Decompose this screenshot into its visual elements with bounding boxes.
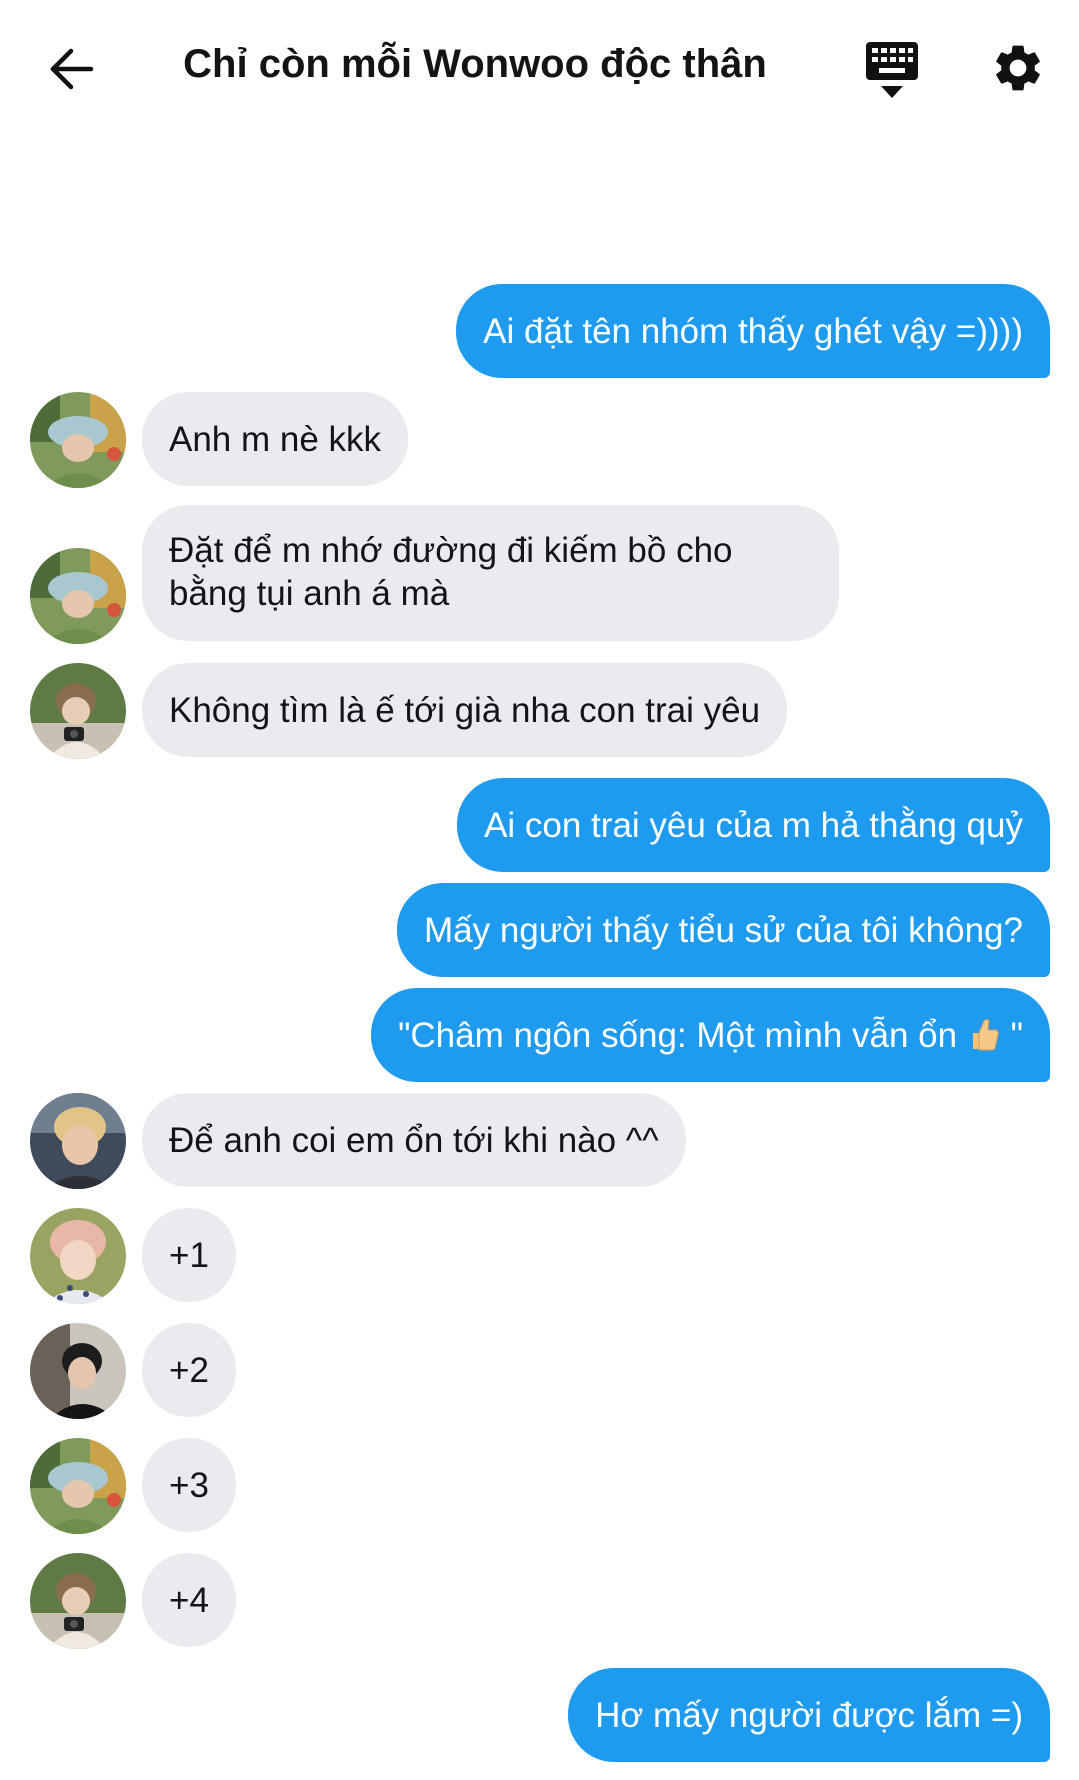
message-bubble-incoming[interactable]: Anh m nè kkk <box>142 392 409 486</box>
message-text: Mấy người thấy tiểu sử của tôi không? <box>423 911 1023 950</box>
message-bubble-incoming[interactable]: +3 <box>142 1438 236 1532</box>
avatar-bucket-hat[interactable] <box>30 548 126 644</box>
message-text-after: " <box>1000 1016 1023 1055</box>
message-bubble-incoming[interactable]: Không tìm là ế tới già nha con trai yêu <box>142 663 788 757</box>
avatar-blond[interactable] <box>30 1093 126 1189</box>
message-text: Ai con trai yêu của m hả thằng quỷ <box>484 806 1023 845</box>
message-bubble-outgoing[interactable]: Ai con trai yêu của m hả thằng quỷ <box>457 778 1050 872</box>
message-bubble-incoming[interactable]: Để anh coi em ổn tới khi nào ^^ <box>142 1093 686 1187</box>
message-text: +4 <box>169 1581 209 1620</box>
message-text-before: "Châm ngôn sống: Một mình vẫn ổn <box>397 1016 967 1055</box>
conversation-title[interactable]: Chỉ còn mỗi Wonwoo độc thân <box>150 42 800 87</box>
message-text: +2 <box>169 1351 209 1390</box>
thumbs-up-icon <box>972 1019 999 1051</box>
message-bubble-outgoing[interactable]: "Châm ngôn sống: Một mình vẫn ổn " <box>370 988 1050 1082</box>
message-bubble-incoming[interactable]: Đặt để m nhớ đường đi kiếm bồ cho bằng t… <box>142 505 839 641</box>
message-bubble-incoming[interactable]: +1 <box>142 1208 236 1302</box>
arrow-left-icon <box>50 48 94 90</box>
settings-button[interactable] <box>990 40 1048 98</box>
message-bubble-incoming[interactable]: +2 <box>142 1323 236 1417</box>
message-bubble-outgoing[interactable]: Mấy người thấy tiểu sử của tôi không? <box>396 883 1050 977</box>
message-text: Đặt để m nhớ đường đi kiếm bồ cho bằng t… <box>169 531 733 613</box>
avatar-pink-hair[interactable] <box>30 1208 126 1304</box>
keyboard-hide-icon <box>866 42 918 98</box>
avatar-black-hair[interactable] <box>30 1323 126 1419</box>
avatar-camera[interactable] <box>30 1553 126 1649</box>
keyboard-toggle-button[interactable] <box>862 40 922 102</box>
message-text: Hơ mấy người được lắm =) <box>595 1696 1023 1735</box>
avatar-camera[interactable] <box>30 663 126 759</box>
chat-header: Chỉ còn mỗi Wonwoo độc thân <box>0 0 1079 140</box>
message-text: Anh m nè kkk <box>169 420 382 459</box>
message-text: Để anh coi em ổn tới khi nào ^^ <box>169 1121 659 1160</box>
avatar-bucket-hat[interactable] <box>30 1438 126 1534</box>
message-text: Ai đặt tên nhóm thấy ghét vậy =)))) <box>483 312 1023 351</box>
message-bubble-outgoing[interactable]: Hơ mấy người được lắm =) <box>568 1668 1050 1762</box>
message-bubble-outgoing[interactable]: Ai đặt tên nhóm thấy ghét vậy =)))) <box>456 284 1050 378</box>
message-text: +3 <box>169 1466 209 1505</box>
message-text: Không tìm là ế tới già nha con trai yêu <box>169 691 761 730</box>
avatar-bucket-hat[interactable] <box>30 392 126 488</box>
back-button[interactable] <box>44 38 100 100</box>
gear-icon <box>996 45 1040 91</box>
message-bubble-incoming[interactable]: +4 <box>142 1553 236 1647</box>
message-text: +1 <box>169 1236 209 1275</box>
